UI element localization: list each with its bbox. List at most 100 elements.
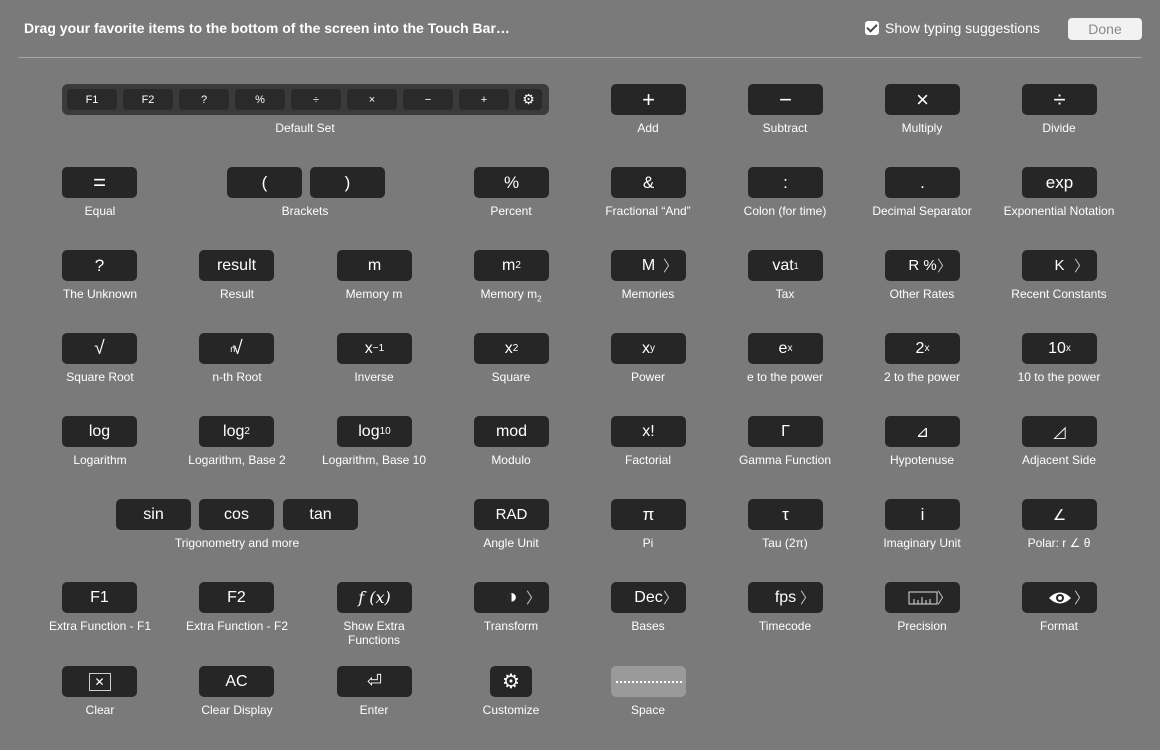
open-bracket-key[interactable]: (: [227, 167, 302, 198]
e-power-key-sup: x: [787, 343, 793, 354]
show-suggestions-toggle[interactable]: Show typing suggestions: [865, 20, 1040, 36]
colon-key[interactable]: :: [748, 167, 823, 198]
timecode-key[interactable]: fps 〉: [748, 582, 823, 613]
memories-key[interactable]: M 〉: [611, 250, 686, 281]
inverse-key[interactable]: x −1: [337, 333, 412, 364]
modulo-label: Modulo: [491, 453, 531, 467]
recent-constants-label: Recent Constants: [1011, 287, 1107, 301]
memory-m2-label-sub: 2: [537, 294, 542, 304]
result-key[interactable]: result: [199, 250, 274, 281]
f2-label: Extra Function - F2: [185, 619, 289, 633]
adjacent-side-label: Adjacent Side: [1021, 453, 1097, 467]
subtract-key[interactable]: −: [748, 84, 823, 115]
exponential-key[interactable]: exp: [1022, 167, 1097, 198]
inverse-label: Inverse: [354, 370, 394, 384]
two-power-key[interactable]: 2x: [885, 333, 960, 364]
memory-m-key[interactable]: m: [337, 250, 412, 281]
clear-display-key[interactable]: AC: [199, 666, 274, 697]
pi-key[interactable]: π: [611, 499, 686, 530]
default-set-strip[interactable]: F1 F2 ? % ÷ × − + ⚙: [62, 84, 549, 115]
tax-key[interactable]: vat 1: [748, 250, 823, 281]
power-key[interactable]: xy: [611, 333, 686, 364]
ruler-icon: [908, 591, 937, 604]
square-key[interactable]: x2: [474, 333, 549, 364]
add-key[interactable]: +: [611, 84, 686, 115]
equal-key[interactable]: =: [62, 167, 137, 198]
clear-key[interactable]: ✕: [62, 666, 137, 697]
divide-key[interactable]: ÷: [1022, 84, 1097, 115]
customize-key[interactable]: ⚙: [490, 666, 532, 697]
memory-m-label: Memory m: [345, 287, 403, 301]
space-key[interactable]: [611, 666, 686, 697]
clear-display-label: Clear Display: [201, 703, 273, 717]
log10-key-text: log: [358, 422, 380, 440]
unknown-key[interactable]: ?: [62, 250, 137, 281]
multiply-key[interactable]: ×: [885, 84, 960, 115]
customize-label: Customize: [482, 703, 540, 717]
brackets-label: Brackets: [281, 204, 329, 218]
done-button[interactable]: Done: [1068, 18, 1142, 40]
memory-m2-key-sub: 2: [515, 260, 521, 271]
default-key-multiply: ×: [347, 89, 397, 110]
log2-key-text: log: [223, 422, 245, 440]
memories-key-text: M: [641, 256, 656, 274]
recent-constants-key[interactable]: K 〉: [1022, 250, 1097, 281]
percent-key[interactable]: %: [474, 167, 549, 198]
nth-root-key[interactable]: n √: [199, 333, 274, 364]
imaginary-unit-key[interactable]: i: [885, 499, 960, 530]
log2-key[interactable]: log 2: [199, 416, 274, 447]
close-bracket-key[interactable]: ): [310, 167, 385, 198]
f1-key[interactable]: F1: [62, 582, 137, 613]
chevron-right-icon: 〉: [662, 590, 678, 607]
sin-key[interactable]: sin: [116, 499, 191, 530]
inverse-key-sup: −1: [372, 343, 385, 354]
log2-label: Logarithm, Base 2: [188, 453, 286, 467]
enter-key[interactable]: ⏎: [337, 666, 412, 697]
precision-key[interactable]: 〉: [885, 582, 960, 613]
square-label: Square: [491, 370, 531, 384]
logarithm-key[interactable]: log: [62, 416, 137, 447]
tan-key[interactable]: tan: [283, 499, 358, 530]
show-extra-functions-key[interactable]: f (x): [337, 582, 412, 613]
square-root-key[interactable]: √: [62, 333, 137, 364]
decimal-separator-key[interactable]: .: [885, 167, 960, 198]
tax-key-sub: 1: [793, 260, 799, 271]
memories-label: Memories: [621, 287, 675, 301]
adjacent-side-key[interactable]: ◿: [1022, 416, 1097, 447]
gamma-key[interactable]: Γ: [748, 416, 823, 447]
fractional-and-key[interactable]: &: [611, 167, 686, 198]
log10-label: Logarithm, Base 10: [321, 453, 427, 467]
transform-key[interactable]: ◑ 〉: [474, 582, 549, 613]
polar-key[interactable]: ∠: [1022, 499, 1097, 530]
factorial-key[interactable]: x!: [611, 416, 686, 447]
log10-key[interactable]: log 10: [337, 416, 412, 447]
chevron-right-icon: 〉: [936, 258, 952, 275]
f2-key[interactable]: F2: [199, 582, 274, 613]
result-label: Result: [219, 287, 254, 301]
gear-icon: ⚙: [502, 671, 520, 693]
two-power-key-sup: x: [924, 343, 930, 354]
divide-label: Divide: [1042, 121, 1076, 135]
modulo-key[interactable]: mod: [474, 416, 549, 447]
angle-unit-key[interactable]: RAD: [474, 499, 549, 530]
bases-key[interactable]: Dec 〉: [611, 582, 686, 613]
space-label: Space: [630, 703, 666, 717]
cos-key[interactable]: cos: [199, 499, 274, 530]
hypotenuse-key[interactable]: ⊿: [885, 416, 960, 447]
checkbox-checked-icon[interactable]: [865, 21, 879, 35]
exponential-label: Exponential Notation: [1003, 204, 1115, 218]
ten-power-key[interactable]: 10 x: [1022, 333, 1097, 364]
space-dots: [615, 680, 682, 683]
multiply-label: Multiply: [901, 121, 943, 135]
log10-key-sub: 10: [379, 426, 391, 437]
other-rates-key[interactable]: R % 〉: [885, 250, 960, 281]
e-power-label: e to the power: [746, 370, 824, 384]
logarithm-label: Logarithm: [73, 453, 127, 467]
memory-m2-key[interactable]: m2: [474, 250, 549, 281]
tau-key[interactable]: τ: [748, 499, 823, 530]
decimal-separator-label: Decimal Separator: [872, 204, 972, 218]
format-key[interactable]: 〉: [1022, 582, 1097, 613]
e-power-key[interactable]: ex: [748, 333, 823, 364]
f1-label: Extra Function - F1: [48, 619, 152, 633]
half-circle-icon: ◑: [505, 586, 518, 608]
